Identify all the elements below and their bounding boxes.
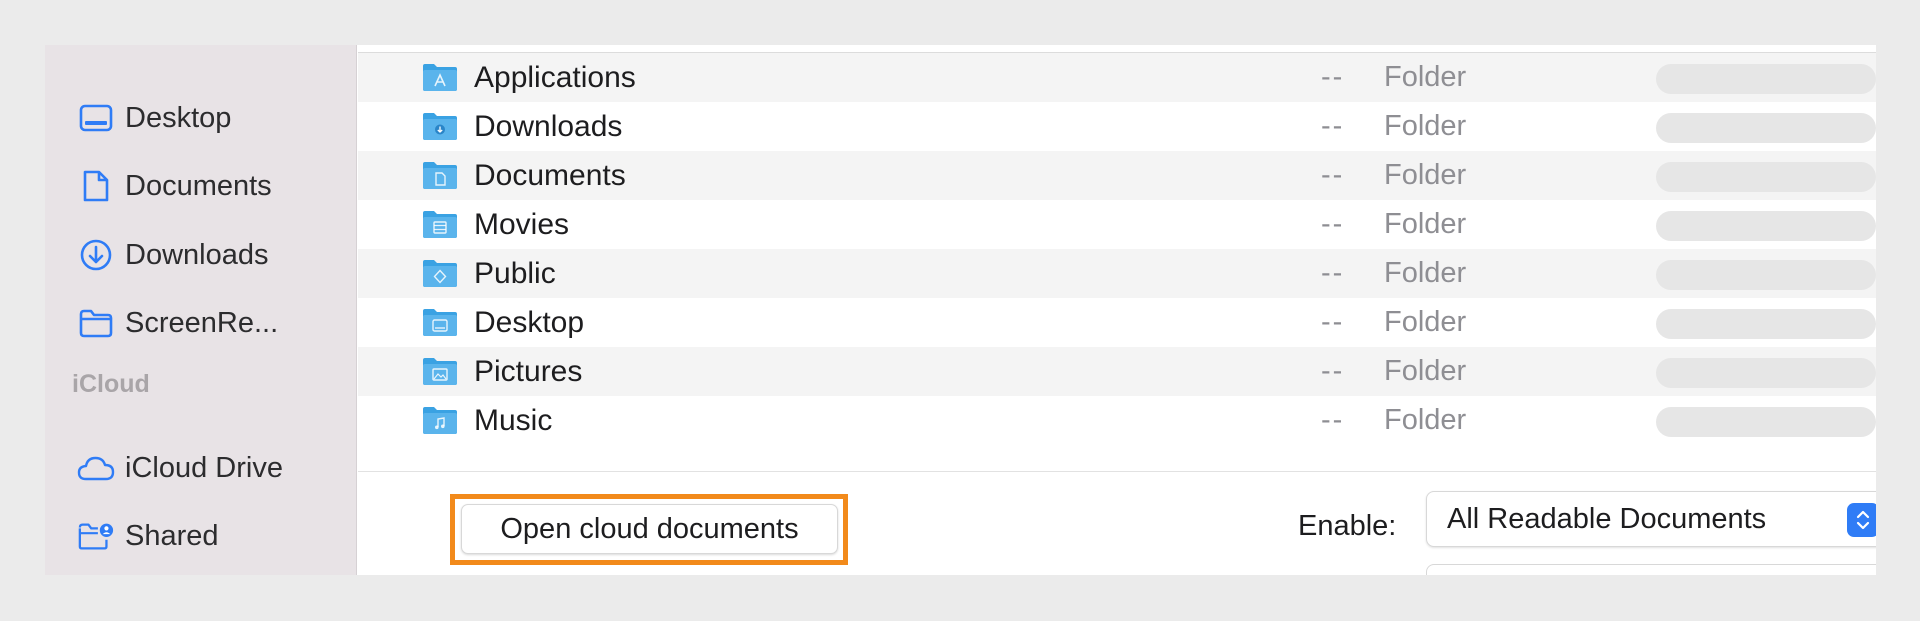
open-file-dialog: Desktop Documents Downloads ScreenRe... … <box>45 45 1876 575</box>
file-size: -- <box>1321 404 1345 436</box>
sidebar-item-label: Desktop <box>125 101 232 134</box>
table-row[interactable]: Public -- Folder <box>358 249 1876 298</box>
file-name: Downloads <box>474 109 623 143</box>
file-size: -- <box>1321 159 1345 191</box>
sidebar-item-documents[interactable]: Documents <box>77 161 347 211</box>
sidebar-item-downloads[interactable]: Downloads <box>77 230 347 280</box>
sidebar: Desktop Documents Downloads ScreenRe... … <box>45 45 357 575</box>
downloads-folder-icon <box>423 113 457 140</box>
music-folder-icon <box>423 407 457 434</box>
date-redacted <box>1656 260 1876 290</box>
date-redacted <box>1656 309 1876 339</box>
file-size: -- <box>1321 208 1345 240</box>
open-cloud-documents-button[interactable]: Open cloud documents <box>461 504 838 554</box>
file-kind: Folder <box>1384 257 1467 289</box>
file-size: -- <box>1321 257 1345 289</box>
file-size: -- <box>1321 61 1345 93</box>
file-kind: Folder <box>1384 404 1467 436</box>
sidebar-item-label: iCloud Drive <box>125 451 283 484</box>
date-redacted <box>1656 64 1876 94</box>
sidebar-section-icloud: iCloud <box>72 370 150 398</box>
file-name: Movies <box>474 207 570 241</box>
enable-select[interactable]: All Readable Documents <box>1426 491 1876 547</box>
table-row[interactable]: Desktop -- Folder <box>358 298 1876 347</box>
folder-icon <box>77 304 115 342</box>
file-name: Desktop <box>474 305 585 339</box>
shared-folder-icon <box>77 517 115 555</box>
file-name: Applications <box>474 60 636 94</box>
document-icon <box>77 167 115 205</box>
table-row[interactable]: Downloads -- Folder <box>358 102 1876 151</box>
applications-folder-icon <box>423 64 457 91</box>
file-kind: Folder <box>1384 355 1467 387</box>
table-row[interactable]: Applications -- Folder <box>358 53 1876 102</box>
documents-folder-icon <box>423 162 457 189</box>
table-row[interactable]: Music -- Folder <box>358 396 1876 445</box>
enable-label: Enable: <box>1298 510 1397 542</box>
public-folder-icon <box>423 260 457 287</box>
sidebar-item-label: ScreenRe... <box>125 306 279 339</box>
sidebar-item-label: Shared <box>125 519 219 552</box>
file-kind: Folder <box>1384 61 1467 93</box>
chevron-updown-icon <box>1847 503 1876 537</box>
file-size: -- <box>1321 306 1345 338</box>
download-icon <box>77 236 115 274</box>
file-name: Documents <box>474 158 626 192</box>
file-size: -- <box>1321 110 1345 142</box>
enable-select-value: All Readable Documents <box>1447 503 1767 535</box>
date-redacted <box>1656 113 1876 143</box>
file-name: Music <box>474 403 553 437</box>
file-name: Public <box>474 256 556 290</box>
pictures-folder-icon <box>423 358 457 385</box>
sidebar-item-screenrecordings[interactable]: ScreenRe... <box>77 298 347 348</box>
sidebar-item-shared[interactable]: Shared <box>77 511 347 561</box>
cloud-icon <box>77 449 115 487</box>
date-redacted <box>1656 407 1876 437</box>
file-list: Applications -- Folder Downloads -- Fold… <box>358 52 1876 452</box>
secondary-select[interactable] <box>1426 564 1876 575</box>
file-size: -- <box>1321 355 1345 387</box>
date-redacted <box>1656 162 1876 192</box>
file-kind: Folder <box>1384 208 1467 240</box>
file-kind: Folder <box>1384 159 1467 191</box>
file-kind: Folder <box>1384 306 1467 338</box>
sidebar-item-desktop[interactable]: Desktop <box>77 93 347 143</box>
movies-folder-icon <box>423 211 457 238</box>
file-name: Pictures <box>474 354 583 388</box>
table-row[interactable]: Movies -- Folder <box>358 200 1876 249</box>
dialog-options-bar: Open cloud documents Enable: All Readabl… <box>358 471 1876 575</box>
desktop-folder-icon <box>423 309 457 336</box>
sidebar-item-label: Downloads <box>125 238 269 271</box>
table-row[interactable]: Pictures -- Folder <box>358 347 1876 396</box>
date-redacted <box>1656 358 1876 388</box>
desktop-icon <box>77 99 115 137</box>
date-redacted <box>1656 211 1876 241</box>
table-row[interactable]: Documents -- Folder <box>358 151 1876 200</box>
file-kind: Folder <box>1384 110 1467 142</box>
sidebar-item-icloud-drive[interactable]: iCloud Drive <box>77 443 347 493</box>
sidebar-item-label: Documents <box>125 169 272 202</box>
